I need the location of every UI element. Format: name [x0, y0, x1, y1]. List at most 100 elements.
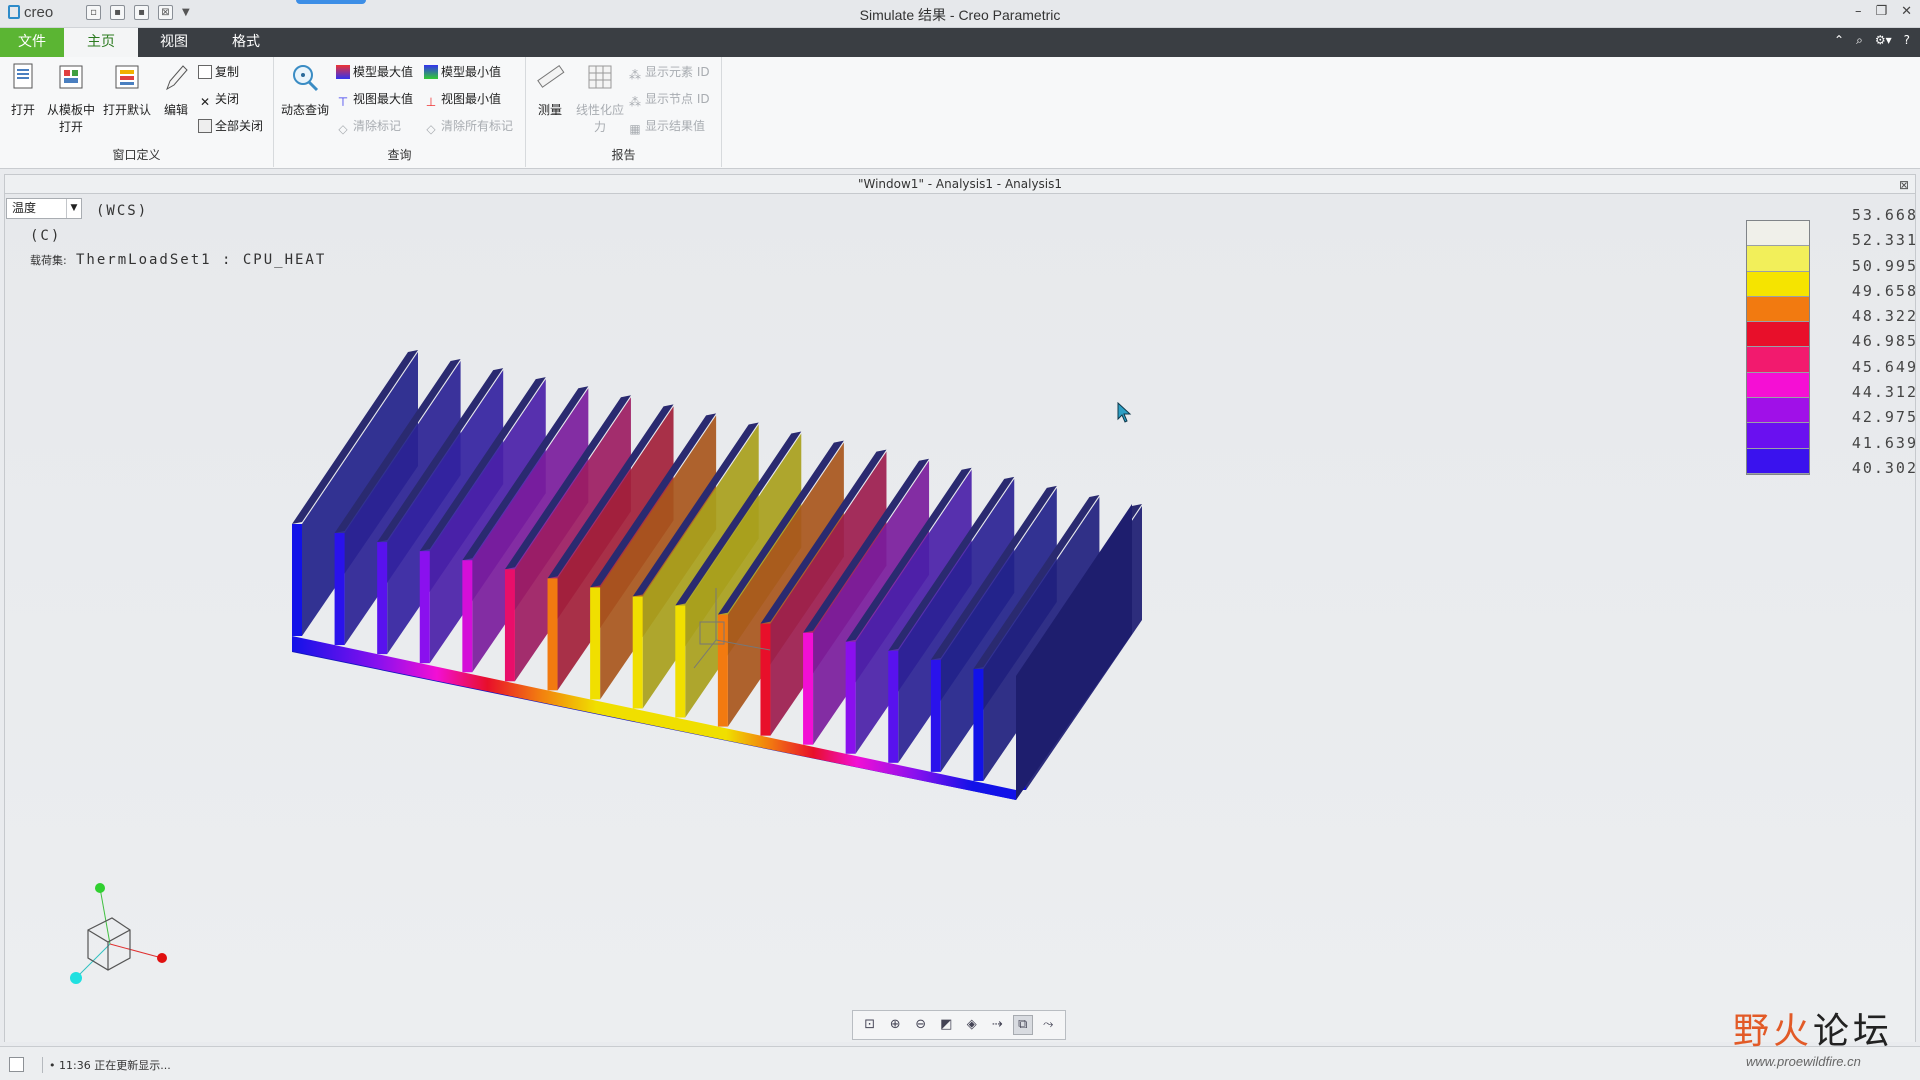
legend-value: 40.302: [1851, 458, 1918, 477]
legend-value: 41.639: [1851, 433, 1918, 452]
zoom-in-icon[interactable]: ⊕: [885, 1015, 905, 1035]
status-bar: • 11:36 正在更新显示...: [0, 1046, 1920, 1080]
ribbon: 打开 从模板中 打开 打开默认 编辑 复制 ✕ 关闭 全部关闭 窗口定义 动态查…: [0, 57, 1920, 169]
coordinate-system-label: (WCS): [96, 203, 149, 219]
show-element-id-button[interactable]: ⁂ 显示元素 ID: [628, 63, 710, 82]
measure-button[interactable]: 测量: [532, 61, 568, 118]
legend-value: 53.668: [1851, 206, 1918, 224]
template-icon: [59, 65, 83, 89]
model-min-icon: [424, 65, 438, 79]
group-label-report: 报告: [611, 148, 636, 162]
collapse-ribbon-icon[interactable]: ⌃: [1834, 33, 1844, 48]
view-min-button[interactable]: ⊥ 视图最小值: [424, 90, 501, 109]
open-default-icon: [115, 65, 139, 89]
tab-home[interactable]: 主页: [64, 28, 138, 57]
help-icon[interactable]: ?: [1904, 33, 1910, 48]
view-max-icon: ⊤: [337, 95, 349, 109]
datum-display-icon[interactable]: ⤳: [1038, 1015, 1058, 1035]
model-max-button[interactable]: 模型最大值: [336, 63, 413, 81]
legend-swatch: [1747, 423, 1809, 449]
message-log-toggle[interactable]: [9, 1057, 24, 1072]
grid-table-icon: [588, 65, 612, 89]
legend-swatch: [1747, 448, 1809, 474]
group-query: 动态查询 模型最大值 模型最小值 ⊤ 视图最大值 ⊥ 视图最小值 ◇ 清除标记 ◇ 清除…: [274, 57, 526, 167]
view-manager-icon[interactable]: ⧉: [1012, 1015, 1033, 1035]
saved-orientations-icon[interactable]: ◈: [962, 1015, 982, 1035]
close-all-icon: [198, 119, 212, 133]
close-all-button[interactable]: 全部关闭: [198, 117, 263, 135]
display-style-icon[interactable]: ⇢: [987, 1015, 1007, 1035]
legend-swatch: [1747, 372, 1809, 399]
group-report: 测量 线性化应 力 ⁂ 显示元素 ID ⁂ 显示节点 ID ▦ 显示结果值 报告: [526, 57, 722, 167]
show-node-id-button[interactable]: ⁂ 显示节点 ID: [628, 90, 710, 109]
group-window-definition: 打开 从模板中 打开 打开默认 编辑 复制 ✕ 关闭 全部关闭 窗口定义: [0, 57, 274, 167]
refit-icon[interactable]: ⊡: [860, 1015, 880, 1035]
legend-value: 52.331: [1851, 231, 1918, 250]
load-set-value: ThermLoadSet1 : CPU_HEAT: [76, 252, 327, 268]
element-id-icon: ⁂: [629, 68, 641, 82]
copy-button[interactable]: 复制: [198, 63, 239, 81]
title-bar: creo ▫ ▪ ▪ ⊠ ▼ Simulate 结果 - Creo Parame…: [0, 0, 1920, 28]
eraser-icon: ◇: [338, 122, 348, 136]
edit-button[interactable]: 编辑: [158, 61, 194, 118]
eraser-all-icon: ◇: [426, 122, 436, 136]
legend-swatch: [1747, 398, 1809, 424]
search-icon[interactable]: ⌕: [1856, 33, 1863, 48]
restore-icon[interactable]: ❐: [1875, 4, 1887, 19]
result-value-icon: ▦: [629, 122, 641, 136]
settings-icon[interactable]: ⚙▾: [1875, 33, 1892, 48]
graphics-viewport[interactable]: [4, 194, 1916, 1042]
view-toolbar: ⊡ ⊕ ⊖ ◩ ◈ ⇢ ⧉ ⤳: [852, 1010, 1066, 1040]
model-window-title-text: "Window1" - Analysis1 - Analysis1: [857, 177, 1063, 191]
model-min-button[interactable]: 模型最小值: [424, 63, 501, 81]
dynamic-query-button[interactable]: 动态查询: [280, 61, 330, 118]
clear-all-marks-button[interactable]: ◇ 清除所有标记: [424, 117, 513, 136]
legend-value: 44.312: [1851, 383, 1918, 402]
legend-swatch: [1747, 296, 1809, 323]
legend-value: 42.975: [1851, 408, 1918, 427]
open-icon: [13, 63, 33, 89]
pencil-icon: [166, 65, 188, 91]
show-result-value-button[interactable]: ▦ 显示结果值: [628, 117, 705, 136]
legend-swatch: [1747, 347, 1809, 373]
forum-watermark: 野火论坛 www.proewildfire.cn: [1730, 1000, 1920, 1078]
view-max-button[interactable]: ⊤ 视图最大值: [336, 90, 413, 109]
open-from-template-button[interactable]: 从模板中 打开: [44, 61, 98, 135]
legend-value: 48.322: [1851, 307, 1918, 326]
watermark-text-b: 论坛: [1813, 1011, 1894, 1052]
legend-swatch: [1747, 271, 1809, 297]
tab-format[interactable]: 格式: [218, 28, 274, 57]
ribbon-tab-bar: 文件 主页 视图 格式 ⌃ ⌕ ⚙▾ ?: [0, 28, 1920, 57]
quantity-dropdown[interactable]: 温度 ▼: [6, 198, 82, 219]
status-message: • 11:36 正在更新显示...: [42, 1057, 171, 1073]
legend-swatch: [1747, 221, 1809, 247]
repaint-icon[interactable]: ◩: [936, 1015, 956, 1035]
copy-icon: [198, 65, 212, 79]
minimize-icon[interactable]: –: [1855, 4, 1862, 19]
view-min-icon: ⊥: [425, 95, 437, 109]
title-accent: [296, 0, 366, 4]
group-label-query: 查询: [387, 148, 412, 162]
legend-swatch: [1747, 322, 1809, 348]
linearize-stress-button[interactable]: 线性化应 力: [572, 61, 628, 135]
zoom-out-icon[interactable]: ⊖: [911, 1015, 931, 1035]
close-button[interactable]: ✕ 关闭: [198, 90, 239, 109]
model-max-icon: [336, 65, 350, 79]
window-title: Simulate 结果 - Creo Parametric: [859, 7, 1061, 23]
legend-value: 45.649: [1851, 357, 1918, 376]
tab-view[interactable]: 视图: [146, 28, 202, 57]
open-default-button[interactable]: 打开默认: [100, 61, 154, 118]
mouse-cursor-icon: [1117, 402, 1132, 423]
chevron-down-icon: ▼: [66, 199, 81, 218]
legend-value: 46.985: [1851, 332, 1918, 351]
close-icon[interactable]: ✕: [1901, 4, 1912, 19]
watermark-url: www.proewildfire.cn: [1746, 1054, 1861, 1069]
tab-file[interactable]: 文件: [0, 28, 64, 57]
clear-marks-button[interactable]: ◇ 清除标记: [336, 117, 401, 136]
legend-values: 53.668 52.331 50.995 49.658 48.322 46.985 45.6…: [1838, 206, 1918, 484]
load-set-prefix: 载荷集:: [30, 254, 67, 267]
dynamic-query-icon: [293, 65, 319, 92]
watermark-text-a: 野火: [1733, 1011, 1814, 1052]
model-window-close-icon[interactable]: ⊠: [1899, 176, 1909, 194]
open-button[interactable]: 打开: [6, 61, 40, 118]
